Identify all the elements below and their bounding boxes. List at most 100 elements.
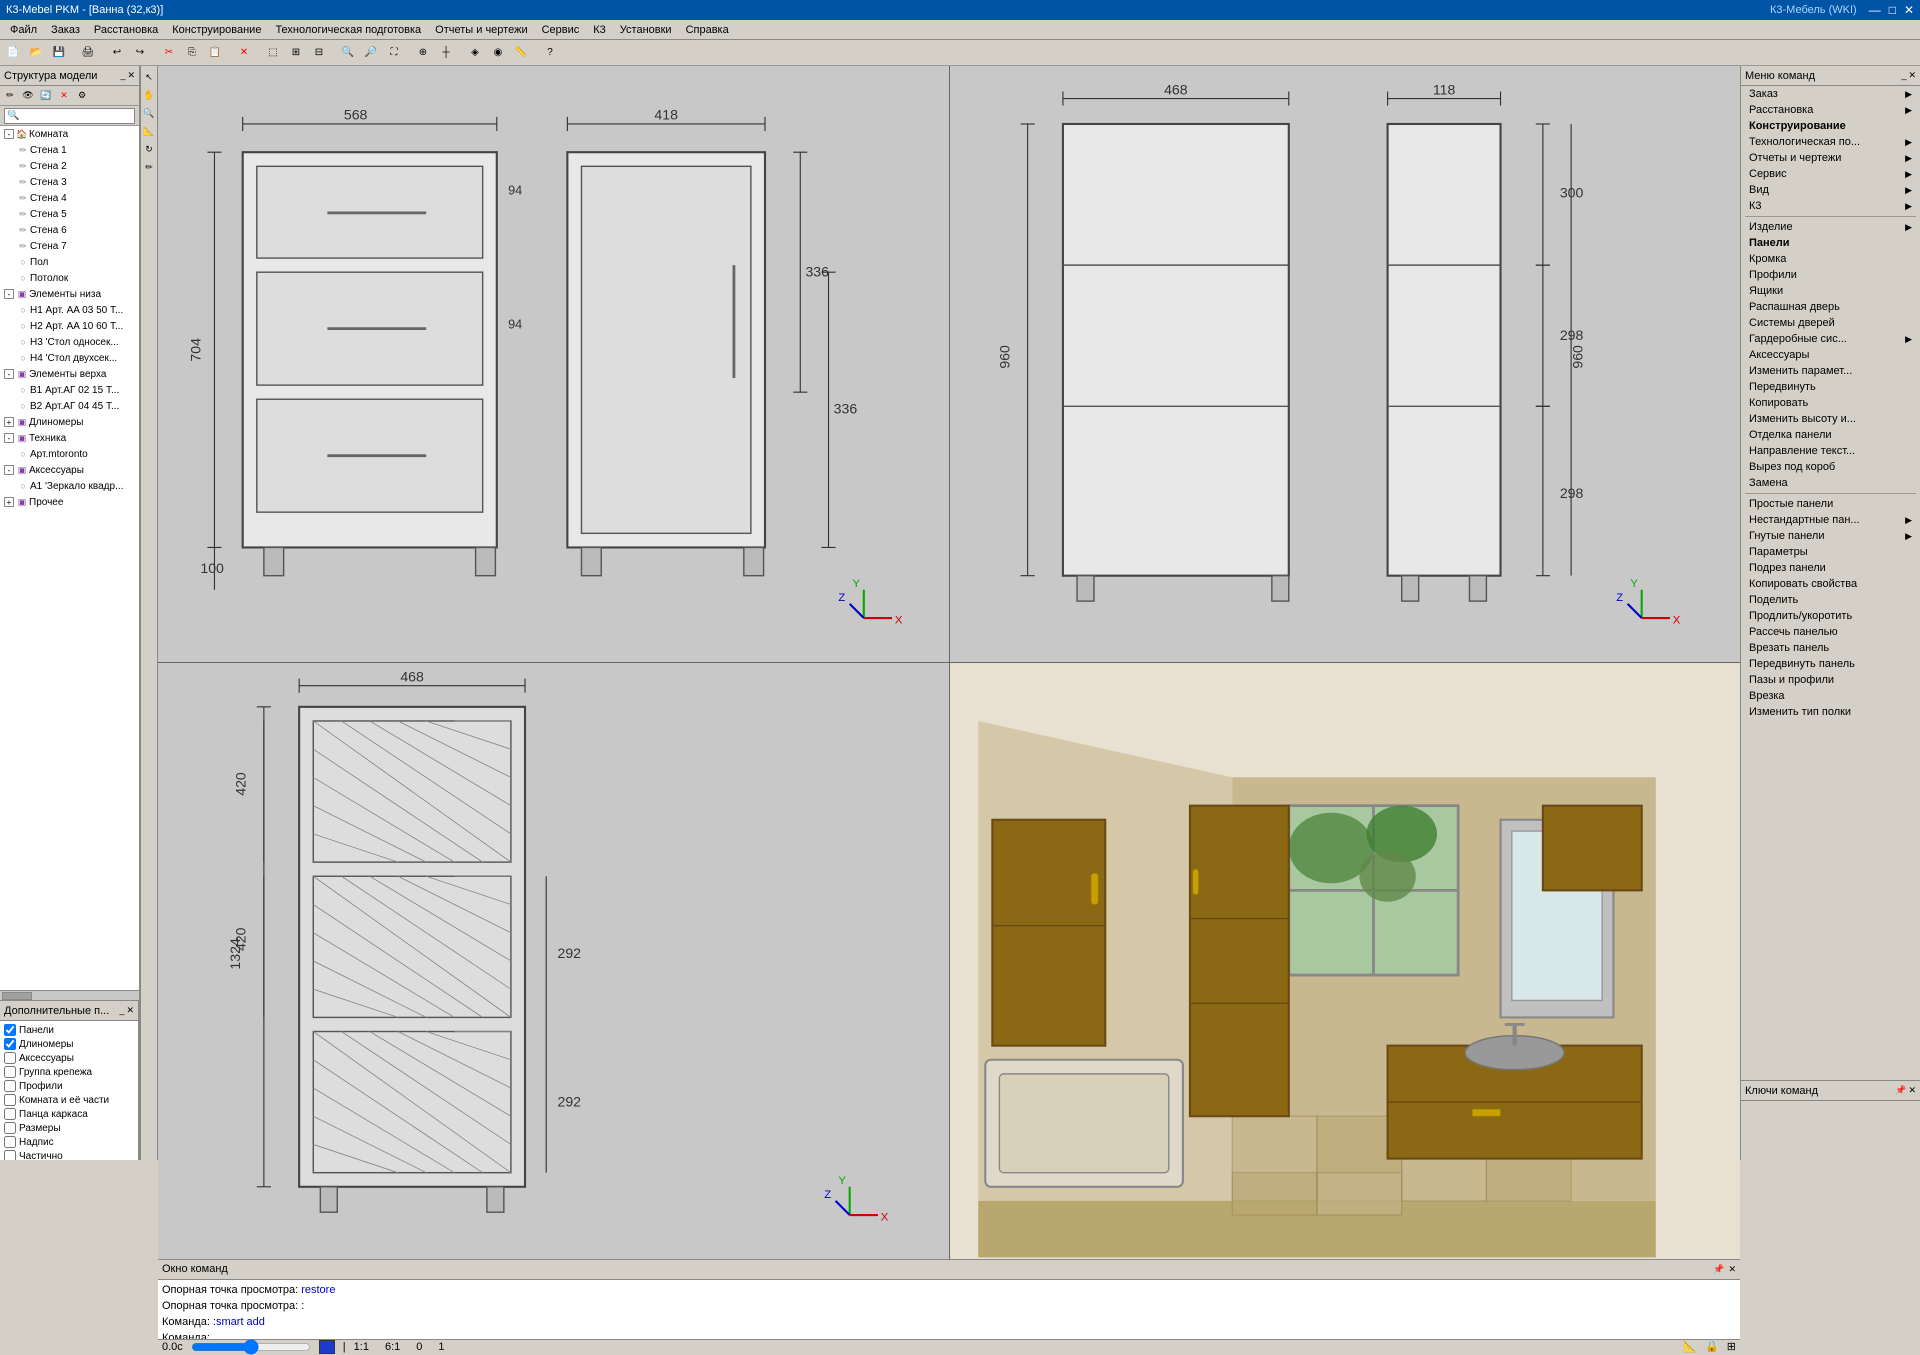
rm-copy-props[interactable]: Копировать свойства [1741,576,1920,592]
tree-item-verx[interactable]: - ▣ Элементы верха [0,366,139,382]
tb-render[interactable]: ◉ [487,42,509,64]
tb-3d[interactable]: ◈ [464,42,486,64]
rm-section[interactable]: Рассечь панелью [1741,624,1920,640]
cb-fastener-input[interactable] [4,1066,16,1078]
rm-split[interactable]: Поделить [1741,592,1920,608]
status-color-box[interactable] [319,1340,335,1354]
rm-product[interactable]: Изделие▶ [1741,219,1920,235]
tree-item-other[interactable]: + ▣ Прочее [0,494,139,510]
tree-hscroll[interactable] [0,990,139,1000]
tb-redo[interactable]: ↪ [129,42,151,64]
tree-item-room[interactable]: - 🏠 Комната [0,126,139,142]
rm-nonstandard[interactable]: Нестандартные пан...▶ [1741,512,1920,528]
rm-extend[interactable]: Продлить/укоротить [1741,608,1920,624]
tb-help[interactable]: ? [539,42,561,64]
rm-inset[interactable]: Врезать панель [1741,640,1920,656]
rm-params[interactable]: Параметры [1741,544,1920,560]
menu-service[interactable]: Сервис [536,22,586,38]
rm-change-params[interactable]: Изменить парамет... [1741,363,1920,379]
command-input[interactable] [213,1330,413,1339]
viewport-2[interactable]: 468 118 960 300 [950,66,1741,662]
status-icon1[interactable]: 📐 [1683,1340,1697,1353]
right-panel-minimize[interactable]: _ [1901,70,1906,81]
expand-dlinom[interactable]: + [4,417,14,427]
cb-panels-input[interactable] [4,1024,16,1036]
tb-del[interactable]: ✕ [233,42,255,64]
rm-order[interactable]: Заказ▶ [1741,86,1920,102]
rm-change-height[interactable]: Изменить высоту и... [1741,411,1920,427]
tree-item-toronto[interactable]: ○ Арт.mtoronto [0,446,139,462]
rm-profiles[interactable]: Профили [1741,267,1920,283]
tb-open[interactable]: 📂 [25,42,47,64]
wiki-link[interactable]: К3-Мебель (WKI) [1770,4,1857,16]
add-panel-minimize[interactable]: _ [119,1005,124,1016]
tree-item-h1[interactable]: ○ Н1 Арт. AA 03 50 Т... [0,302,139,318]
menu-reports[interactable]: Отчеты и чертежи [429,22,533,38]
tb-zoom-in[interactable]: 🔍 [337,42,359,64]
expand-other[interactable]: + [4,497,14,507]
tree-item-dlinom[interactable]: + ▣ Длиномеры [0,414,139,430]
menu-file[interactable]: Файл [4,22,43,38]
tb-view2[interactable]: ⊟ [308,42,330,64]
rm-inlay[interactable]: Врезка [1741,688,1920,704]
add-panel-close[interactable]: ✕ [126,1005,134,1016]
rm-accessories[interactable]: Аксессуары [1741,347,1920,363]
tb-save[interactable]: 💾 [48,42,70,64]
viewport-3[interactable]: 468 420 420 1324 292 292 [158,663,949,1259]
tb-paste[interactable]: 📋 [204,42,226,64]
tree-item-wall1[interactable]: ✏ Стена 1 [0,142,139,158]
cb-dlinom-input[interactable] [4,1038,16,1050]
tree-item-floor[interactable]: ○ Пол [0,254,139,270]
expand-tech[interactable]: - [4,433,14,443]
rm-simple-panels[interactable]: Простые панели [1741,496,1920,512]
menu-placement[interactable]: Расстановка [88,22,164,38]
tb-ortho[interactable]: ┼ [435,42,457,64]
status-icon2[interactable]: 🔒 [1705,1340,1719,1353]
cb-frame-input[interactable] [4,1108,16,1120]
tb-fit[interactable]: ⛶ [383,42,405,64]
st-btn3[interactable]: 🔄 [38,88,54,104]
expand-verx[interactable]: - [4,369,14,379]
st-btn4[interactable]: ✕ [56,88,72,104]
tb-new[interactable]: 📄 [2,42,24,64]
keys-close[interactable]: ✕ [1908,1085,1916,1096]
tree-item-wall4[interactable]: ✏ Стена 4 [0,190,139,206]
tb-select[interactable]: ⬚ [262,42,284,64]
maximize-btn[interactable]: □ [1889,3,1896,17]
cb-room-input[interactable] [4,1094,16,1106]
cb-partial-input[interactable] [4,1150,16,1160]
rm-cut[interactable]: Подрез панели [1741,560,1920,576]
rm-shelf-type[interactable]: Изменить тип полки [1741,704,1920,720]
rm-wardrobe[interactable]: Гардеробные сис...▶ [1741,331,1920,347]
tool-draw[interactable]: ✏ [141,159,157,175]
tb-copy[interactable]: ⎘ [181,42,203,64]
st-btn5[interactable]: ⚙ [74,88,90,104]
tool-zoom[interactable]: 🔍 [141,105,157,121]
cmd-dock[interactable]: 📌 [1713,1264,1724,1275]
status-icon3[interactable]: ⊞ [1727,1340,1736,1353]
st-btn2[interactable]: 👁 [20,88,36,104]
rm-move-panel[interactable]: Передвинуть панель [1741,656,1920,672]
rm-text-dir[interactable]: Направление текст... [1741,443,1920,459]
minimize-btn[interactable]: — [1869,3,1881,17]
rm-swing-door[interactable]: Распашная дверь [1741,299,1920,315]
cb-caption-input[interactable] [4,1136,16,1148]
rm-move[interactable]: Передвинуть [1741,379,1920,395]
menu-tech[interactable]: Технологическая подготовка [269,22,427,38]
tool-rotate[interactable]: ↻ [141,141,157,157]
tb-snap[interactable]: ⊕ [412,42,434,64]
tree-item-b1[interactable]: ○ В1 Арт.АГ 02 15 Т... [0,382,139,398]
rm-construct[interactable]: Конструирование [1741,118,1920,134]
tree-item-niz[interactable]: - ▣ Элементы низа [0,286,139,302]
tree-item-wall6[interactable]: ✏ Стена 6 [0,222,139,238]
rm-panels[interactable]: Панели [1741,235,1920,251]
cmd-close[interactable]: ✕ [1728,1264,1736,1275]
tool-select[interactable]: ↖ [141,69,157,85]
expand-niz[interactable]: - [4,289,14,299]
rm-cutout[interactable]: Вырез под короб [1741,459,1920,475]
tree-item-h3[interactable]: ○ Н3 'Стол односек... [0,334,139,350]
rm-service[interactable]: Сервис▶ [1741,166,1920,182]
tb-view1[interactable]: ⊞ [285,42,307,64]
struct-close[interactable]: ✕ [127,70,135,81]
struct-minimize[interactable]: _ [120,70,125,81]
